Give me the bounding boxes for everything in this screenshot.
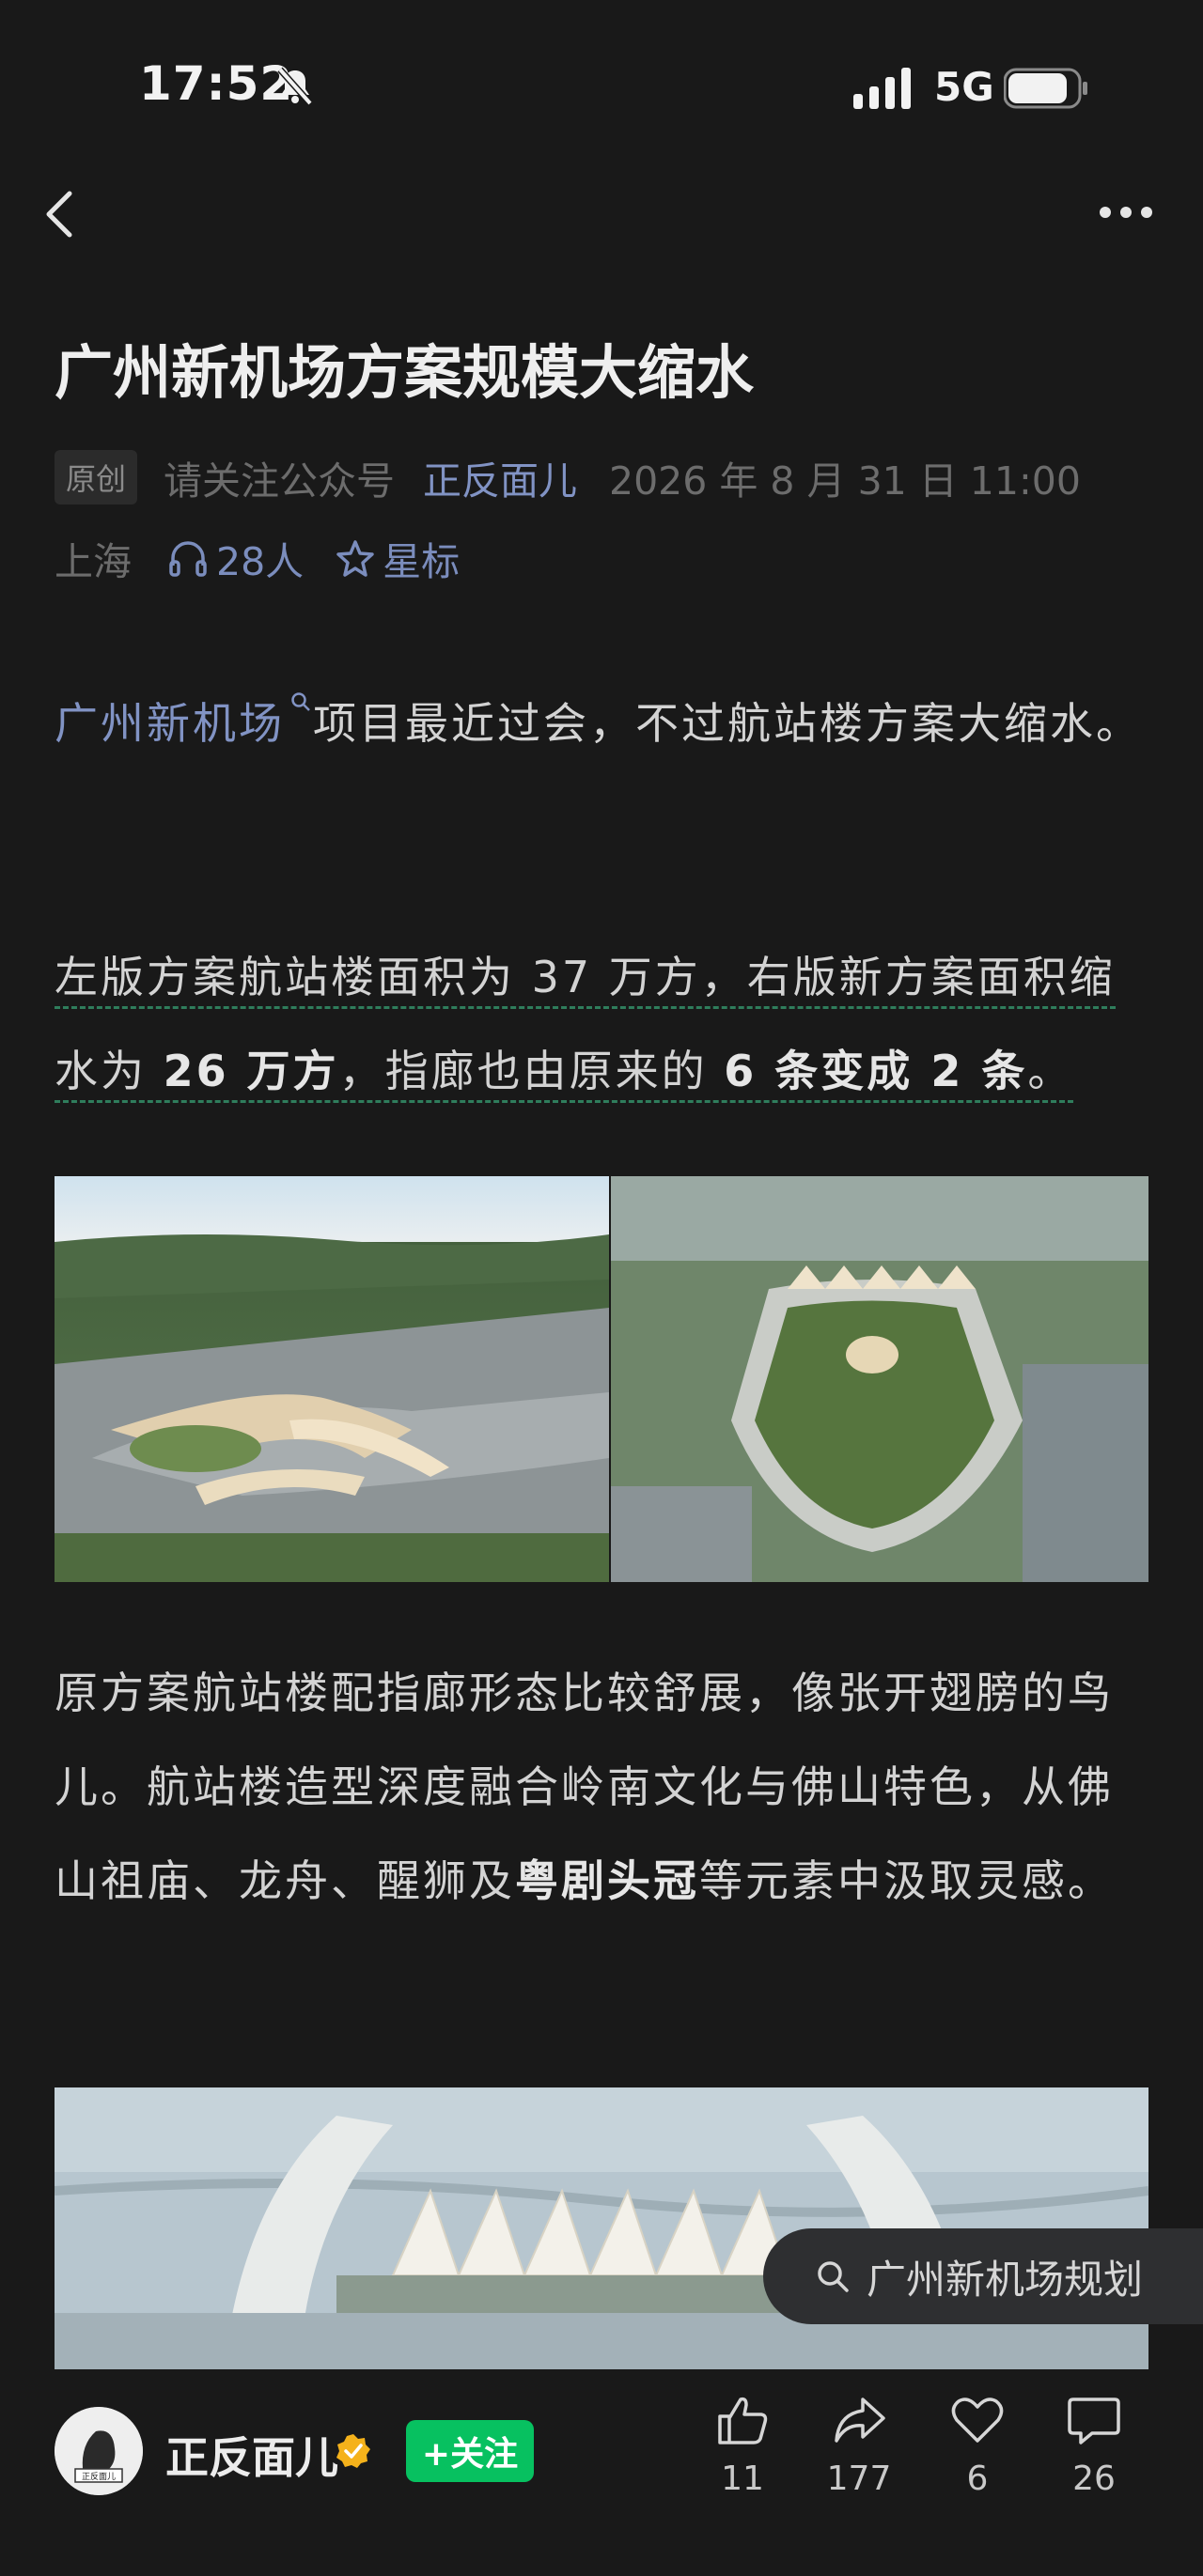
favorite-button[interactable]: 6: [930, 2392, 1024, 2498]
follow-button[interactable]: +关注: [406, 2420, 534, 2482]
share-icon: [835, 2398, 885, 2443]
p2-bold-piers: 6 条变成 2 条: [724, 1046, 1028, 1096]
source-prefix: 请关注公众号: [164, 458, 396, 504]
account-link[interactable]: 正反面儿: [423, 449, 577, 505]
comment-button[interactable]: 26: [1047, 2392, 1141, 2498]
headphones-icon[interactable]: [167, 539, 209, 577]
star-icon[interactable]: [336, 539, 375, 577]
search-icon: [291, 692, 310, 711]
svg-text:正反面儿: 正反面儿: [82, 2472, 116, 2482]
paragraph-1-text: 项目最近过会，不过航站楼方案大缩水。: [313, 698, 1142, 749]
comment-count: 26: [1072, 2460, 1116, 2498]
star-label[interactable]: 星标: [383, 530, 460, 586]
network-type: 5G: [934, 64, 994, 110]
article-meta-secondary: 上海 28人 星标: [55, 530, 460, 586]
p2-bold-area: 26 万方: [163, 1046, 339, 1096]
paragraph-1: 广州新机场 项目最近过会，不过航站楼方案大缩水。: [55, 676, 1149, 770]
article-meta: 原创 请关注公众号 正反面儿 2026 年 8 月 31 日 11:00: [55, 449, 1081, 505]
search-icon: [818, 2261, 849, 2292]
battery-icon: [1004, 68, 1087, 109]
p2-text-e: 。: [1027, 1046, 1074, 1096]
bell-muted-icon: [277, 67, 313, 106]
location: 上海: [55, 539, 132, 584]
paragraph-2: 左版方案航站楼面积为 37 万方，右版新方案面积缩水为 26 万方，指廊也由原来…: [55, 930, 1149, 1118]
article-title: 广州新机场方案规模大缩水: [55, 338, 755, 407]
thumbs-up-icon: [718, 2397, 768, 2444]
share-count: 177: [826, 2460, 892, 2498]
signal-icon: [853, 68, 911, 109]
share-button[interactable]: 177: [812, 2392, 906, 2498]
verified-badge-icon: [336, 2434, 370, 2468]
related-search-chip[interactable]: 广州新机场规划: [763, 2228, 1203, 2324]
p2-text-c: ，指廊也由原来的: [338, 1046, 725, 1096]
p3-bold-keyword: 粤剧头冠: [515, 1855, 699, 1906]
listener-count[interactable]: 28人: [216, 530, 304, 586]
heart-icon: [951, 2398, 1004, 2443]
airport-comparison-image[interactable]: [55, 1176, 1148, 1582]
status-time: 17:52: [139, 56, 294, 111]
related-search-label: 广州新机场规划: [867, 2256, 1144, 2303]
p3-text-c: 等元素中汲取灵感。: [699, 1855, 1114, 1906]
back-icon[interactable]: [41, 188, 79, 241]
author-name[interactable]: 正反面儿: [165, 2424, 338, 2486]
like-button[interactable]: 11: [695, 2392, 789, 2498]
more-icon[interactable]: [1098, 205, 1154, 220]
avatar[interactable]: 正反面儿: [55, 2407, 143, 2495]
search-keyword-link[interactable]: 广州新机场: [55, 698, 285, 749]
comment-icon: [1068, 2398, 1120, 2444]
paragraph-3: 原方案航站楼配指廊形态比较舒展，像张开翅膀的鸟儿。航站楼造型深度融合岭南文化与佛…: [55, 1646, 1149, 1928]
original-badge: 原创: [55, 450, 138, 504]
favorite-count: 6: [966, 2460, 989, 2498]
like-count: 11: [721, 2460, 764, 2498]
publish-datetime: 2026 年 8 月 31 日 11:00: [609, 458, 1081, 504]
